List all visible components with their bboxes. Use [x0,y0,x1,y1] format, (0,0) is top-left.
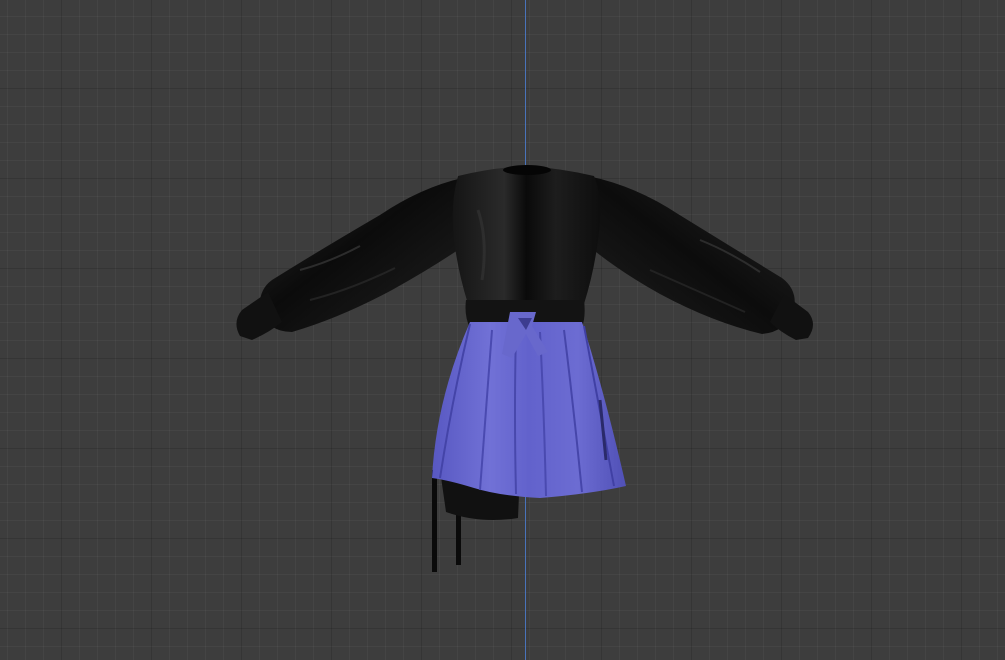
pleated-skirt [432,322,626,498]
bodice [452,166,601,304]
neckline [503,165,551,175]
3d-viewport[interactable] [0,0,1005,660]
left-sleeve [236,178,462,340]
garment-model[interactable] [0,0,1005,660]
right-sleeve [588,176,813,340]
